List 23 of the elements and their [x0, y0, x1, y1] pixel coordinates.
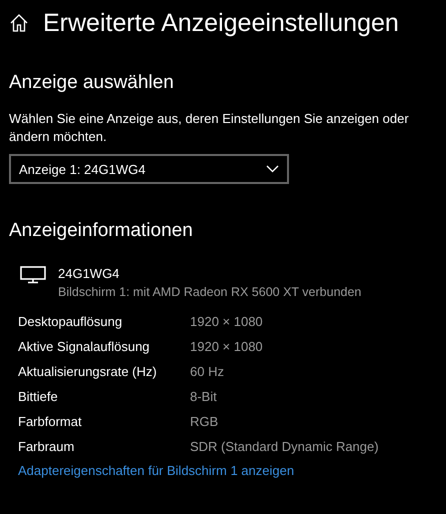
description-text: Wählen Sie eine Anzeige aus, deren Einstellungen Sie anzeigen oder ändern möchten.	[9, 110, 410, 146]
property-label: Aktualisierungsrate (Hz)	[18, 364, 158, 379]
monitor-subtitle: Bildschirm 1: mit AMD Radeon RX 5600 XT verbunden	[58, 284, 362, 301]
adapter-properties-link[interactable]: Adaptereigenschaften für Bildschirm 1 anzeigen	[18, 459, 294, 483]
property-value: 1920 × 1080	[190, 314, 264, 329]
property-value: 1920 × 1080	[190, 339, 264, 354]
page-title: Erweiterte Anzeigeeinstellungen	[43, 8, 399, 38]
monitor-name: 24G1WG4	[58, 265, 120, 283]
property-value: RGB	[190, 414, 220, 429]
display-dropdown[interactable]: Anzeige 1: 24G1WG4	[9, 154, 289, 184]
monitor-icon	[20, 264, 46, 284]
property-label: Farbformat	[18, 414, 83, 429]
section-heading: Anzeige auswählen	[9, 72, 175, 94]
property-label: Desktopauflösung	[18, 314, 124, 329]
section-heading: Anzeigeinformationen	[9, 220, 194, 242]
chevron-down-icon	[266, 165, 279, 173]
property-value: 60 Hz	[190, 364, 225, 379]
home-icon[interactable]	[9, 13, 29, 33]
property-label: Farbraum	[18, 439, 76, 454]
property-value: SDR (Standard Dynamic Range)	[190, 439, 380, 454]
property-label: Bittiefe	[18, 389, 59, 404]
property-label: Aktive Signalauflösung	[18, 339, 151, 354]
property-value: 8-Bit	[190, 389, 218, 404]
